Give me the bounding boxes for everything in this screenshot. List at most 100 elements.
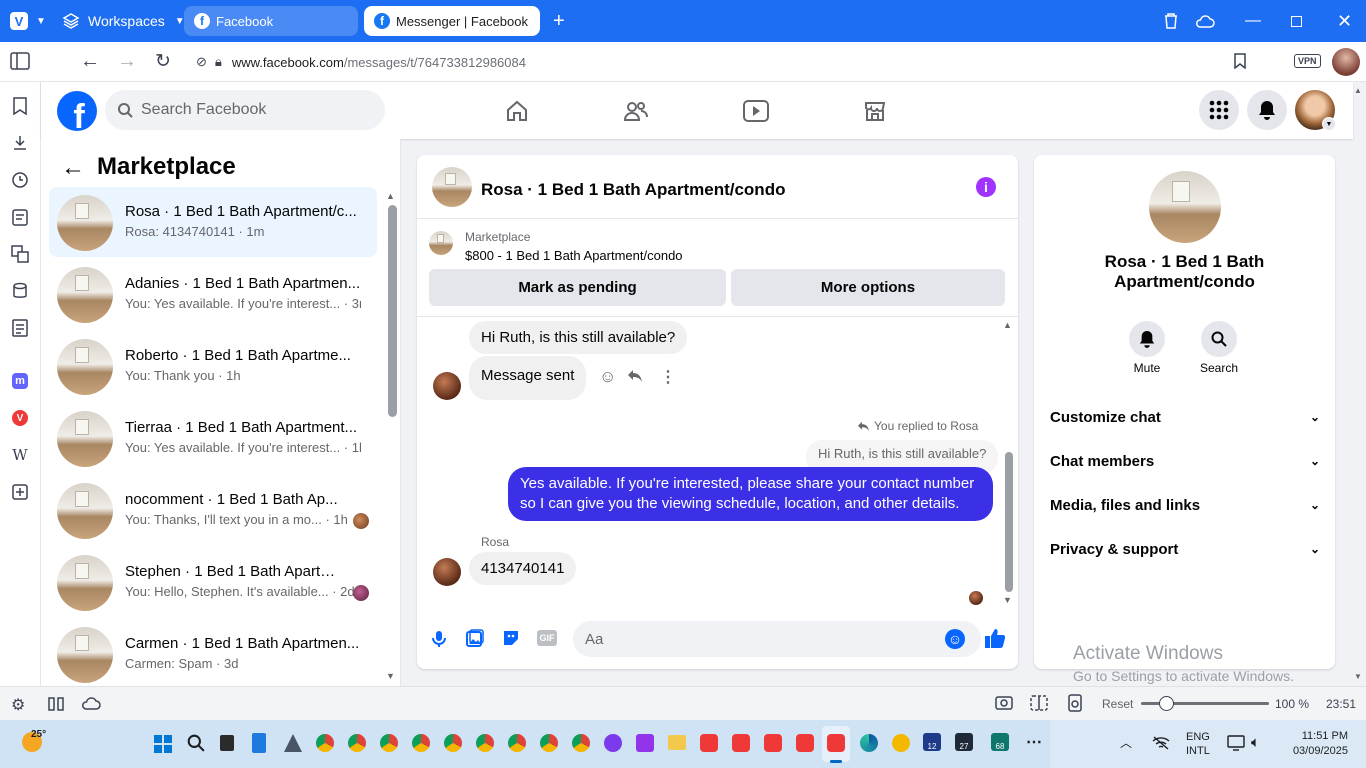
window-panel-icon[interactable]: [10, 281, 30, 301]
chrome-app-icon[interactable]: [444, 734, 462, 752]
friends-icon[interactable]: [620, 95, 652, 127]
conversation-item[interactable]: Roberto · 1 Bed 1 Bath Apartme... You: Th…: [49, 331, 377, 401]
vivaldi-app-icon[interactable]: [732, 734, 750, 752]
video-icon[interactable]: [740, 95, 772, 127]
workspaces-button[interactable]: Workspaces ▼: [62, 0, 185, 42]
chrome-app-icon[interactable]: [380, 734, 398, 752]
forward-button[interactable]: →: [117, 50, 137, 73]
reply-icon[interactable]: [627, 369, 643, 383]
zoom-slider[interactable]: [1141, 696, 1269, 711]
app-icon-badge[interactable]: 68: [991, 733, 1009, 751]
page-scroll-up-icon[interactable]: ▲: [1354, 86, 1362, 95]
scroll-down-icon[interactable]: ▼: [386, 671, 395, 681]
tab-facebook[interactable]: f Facebook: [184, 6, 358, 36]
panel-toggle-icon[interactable]: [10, 52, 30, 70]
contact-avatar[interactable]: [433, 372, 461, 400]
site-settings-icon[interactable]: ⊘: [196, 54, 207, 70]
scrollbar-thumb[interactable]: [1005, 452, 1013, 592]
conversation-item[interactable]: Tierraa · 1 Bed 1 Bath Apartment... You: …: [49, 403, 377, 473]
vivaldi-app-icon[interactable]: [700, 734, 718, 752]
scroll-up-icon[interactable]: ▲: [1003, 320, 1012, 330]
more-apps-icon[interactable]: ⋯: [1026, 732, 1042, 752]
menu-grid-button[interactable]: [1199, 90, 1239, 130]
microphone-icon[interactable]: [432, 630, 446, 648]
maximize-button[interactable]: [1291, 0, 1302, 42]
page-scroll-down-icon[interactable]: ▼: [1354, 672, 1362, 681]
marketplace-icon[interactable]: [859, 95, 891, 127]
tab-messenger[interactable]: f Messenger | Facebook: [364, 6, 540, 36]
language-indicator[interactable]: ENG INTL: [1186, 730, 1210, 758]
app-icon-badge[interactable]: 27: [955, 733, 973, 751]
listing-price-title[interactable]: $800 - 1 Bed 1 Bath Apartment/condo: [465, 248, 683, 263]
close-window-button[interactable]: ✕: [1337, 0, 1352, 42]
chrome-app-icon[interactable]: [412, 734, 430, 752]
cloud-sync-icon[interactable]: [1195, 0, 1215, 42]
tiling-icon[interactable]: [48, 697, 64, 711]
chrome-app-icon[interactable]: [540, 734, 558, 752]
search-in-chat-button[interactable]: [1201, 321, 1237, 357]
network-off-icon[interactable]: [1152, 736, 1170, 750]
notifications-button[interactable]: [1247, 90, 1287, 130]
scroll-down-icon[interactable]: ▼: [1003, 595, 1012, 605]
media-files-links-section[interactable]: Media, files and links ⌄: [1050, 487, 1320, 523]
listing-avatar-large[interactable]: [1149, 171, 1221, 243]
gif-icon[interactable]: GIF: [537, 630, 557, 646]
settings-gear-icon[interactable]: ⚙: [11, 695, 25, 715]
zoom-slider-thumb[interactable]: [1159, 696, 1174, 711]
bookmark-icon[interactable]: [1234, 53, 1246, 69]
info-icon[interactable]: i: [976, 177, 996, 197]
emoji-icon[interactable]: ☺: [945, 629, 965, 649]
sticker-icon[interactable]: [502, 629, 520, 647]
taskbar-clock[interactable]: 11:51 PM 03/09/2025: [1286, 729, 1348, 759]
minimize-button[interactable]: —: [1245, 0, 1261, 42]
message-input[interactable]: Aa ☺: [573, 621, 981, 657]
sync-cloud-icon[interactable]: [81, 696, 101, 710]
back-arrow-icon[interactable]: ←: [61, 154, 85, 182]
page-actions-icon[interactable]: [1066, 694, 1084, 712]
vivaldi-menu-button[interactable]: V ▼: [10, 0, 46, 42]
facebook-logo-icon[interactable]: f: [57, 91, 97, 131]
app-icon-badge[interactable]: 12: [923, 733, 941, 751]
message-bubble-incoming[interactable]: Hi Ruth, is this still available?: [469, 321, 688, 354]
chrome-app-icon[interactable]: [476, 734, 494, 752]
conversation-item[interactable]: Rosa · 1 Bed 1 Bath Apartment/c... Rosa: …: [49, 187, 377, 257]
bookmarks-icon[interactable]: [10, 96, 30, 116]
mute-button[interactable]: [1129, 321, 1165, 357]
page-tiling-icon[interactable]: [1030, 695, 1048, 711]
display-icon[interactable]: [1227, 735, 1245, 751]
tray-chevron-up-icon[interactable]: ︿: [1120, 734, 1132, 751]
like-thumbs-up-icon[interactable]: [984, 627, 1006, 649]
chat-title[interactable]: Rosa · 1 Bed 1 Bath Apartment/condo: [481, 180, 785, 200]
taskbar-search-icon[interactable]: [187, 734, 205, 752]
scroll-up-icon[interactable]: ▲: [386, 191, 395, 201]
zoom-reset-button[interactable]: Reset: [1102, 697, 1133, 711]
trash-icon[interactable]: [1163, 0, 1179, 42]
task-view-icon[interactable]: [220, 735, 234, 751]
start-button[interactable]: [154, 735, 172, 753]
home-icon[interactable]: [501, 95, 533, 127]
photo-icon[interactable]: [466, 629, 484, 647]
chevron-down-icon[interactable]: ▼: [1322, 117, 1336, 131]
url-field[interactable]: ⊘ 🔒︎ www.facebook.com/messages/t/7647338…: [186, 46, 1260, 78]
conversation-item[interactable]: Carmen · 1 Bed 1 Bath Apartmen... Carmen:…: [49, 619, 377, 686]
message-bubble-incoming[interactable]: 4134740141: [469, 552, 577, 585]
more-actions-icon[interactable]: ⋮: [660, 367, 676, 387]
listing-thumbnail[interactable]: [432, 167, 472, 207]
new-tab-button[interactable]: +: [553, 0, 565, 42]
edge-app-icon[interactable]: [860, 734, 878, 752]
conversation-item[interactable]: Adanies · 1 Bed 1 Bath Apartmen... You: Y…: [49, 259, 377, 329]
downloads-icon[interactable]: [10, 133, 30, 153]
profile-avatar[interactable]: [1332, 48, 1360, 76]
vivaldi-app-icon[interactable]: [827, 734, 845, 752]
privacy-support-section[interactable]: Privacy & support ⌄: [1050, 531, 1320, 567]
chrome-app-icon[interactable]: [316, 734, 334, 752]
mastodon-icon[interactable]: m: [10, 371, 30, 391]
app-icon[interactable]: [284, 734, 302, 752]
history-icon[interactable]: [10, 170, 30, 190]
app-icon[interactable]: [636, 734, 654, 752]
back-button[interactable]: ←: [80, 50, 100, 73]
facebook-search-input[interactable]: Search Facebook: [105, 90, 385, 130]
volume-icon[interactable]: 🔈︎: [1251, 734, 1260, 751]
message-bubble-outgoing[interactable]: Yes available. If you're interested, ple…: [508, 467, 993, 521]
reading-list-icon[interactable]: [10, 318, 30, 338]
